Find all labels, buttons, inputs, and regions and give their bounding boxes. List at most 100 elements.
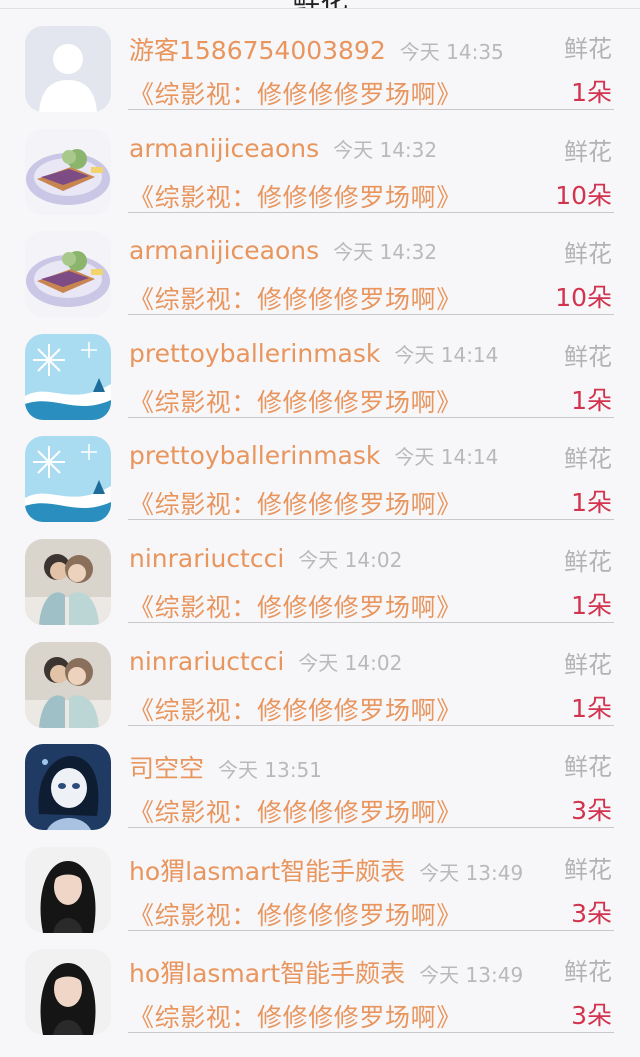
gift-row[interactable]: armanijiceaons 今天 14:32 鲜花 《综影视：修修修修罗场啊》 … bbox=[0, 112, 640, 215]
couple-photo-avatar bbox=[25, 538, 111, 625]
gift-row[interactable]: ninrariuctcci 今天 14:02 鲜花 《综影视：修修修修罗场啊》 1… bbox=[0, 625, 640, 728]
timestamp: 今天 14:14 bbox=[394, 445, 499, 470]
username-line: armanijiceaons 今天 14:32 bbox=[129, 236, 437, 265]
gift-type-label: 鲜花 bbox=[564, 958, 612, 987]
row-divider bbox=[128, 1032, 614, 1034]
flower-gift-list[interactable]: 游客1586754003892 今天 14:35 鲜花 《综影视：修修修修罗场啊》… bbox=[0, 9, 640, 1036]
avatar[interactable] bbox=[25, 26, 111, 112]
gift-row[interactable]: ninrariuctcci 今天 14:02 鲜花 《综影视：修修修修罗场啊》 1… bbox=[0, 522, 640, 625]
food-plate-avatar bbox=[25, 128, 111, 215]
avatar[interactable] bbox=[25, 333, 111, 420]
username-line: 游客1586754003892 今天 14:35 bbox=[129, 31, 504, 67]
row-divider bbox=[128, 929, 614, 931]
row-divider bbox=[128, 827, 614, 829]
flower-count: 1朵 bbox=[571, 385, 612, 415]
couple-photo-avatar bbox=[25, 641, 111, 728]
gift-type-label: 鲜花 bbox=[564, 445, 612, 474]
username[interactable]: ho猬lasmart智能手颇表 bbox=[129, 959, 405, 988]
gift-row[interactable]: 游客1586754003892 今天 14:35 鲜花 《综影视：修修修修罗场啊》… bbox=[0, 9, 640, 112]
username-line: ho猬lasmart智能手颇表 今天 13:49 bbox=[129, 954, 523, 990]
novel-title-link[interactable]: 《综影视：修修修修罗场啊》 bbox=[129, 691, 462, 727]
username-line: armanijiceaons 今天 14:32 bbox=[129, 134, 437, 163]
flower-count: 10朵 bbox=[555, 283, 612, 313]
avatar[interactable] bbox=[25, 231, 111, 318]
flower-count: 3朵 bbox=[571, 898, 612, 928]
username[interactable]: 游客1586754003892 bbox=[129, 36, 386, 65]
nav-bar: ‹ 鲜花 bbox=[0, 0, 640, 9]
avatar[interactable] bbox=[25, 641, 111, 728]
timestamp: 今天 14:02 bbox=[298, 650, 403, 675]
novel-title-link[interactable]: 《综影视：修修修修罗场啊》 bbox=[129, 280, 462, 316]
row-divider bbox=[128, 211, 614, 213]
username-line: ninrariuctcci 今天 14:02 bbox=[129, 647, 402, 676]
username[interactable]: armanijiceaons bbox=[129, 236, 319, 265]
username-line: ho猬lasmart智能手颇表 今天 13:49 bbox=[129, 852, 523, 888]
timestamp: 今天 14:14 bbox=[394, 342, 499, 367]
gift-type-label: 鲜花 bbox=[564, 753, 612, 782]
username-line: ninrariuctcci 今天 14:02 bbox=[129, 544, 402, 573]
gift-row[interactable]: ho猬lasmart智能手颇表 今天 13:49 鲜花 《综影视：修修修修罗场啊》… bbox=[0, 830, 640, 933]
username[interactable]: ho猬lasmart智能手颇表 bbox=[129, 857, 405, 886]
novel-title-link[interactable]: 《综影视：修修修修罗场啊》 bbox=[129, 383, 462, 419]
row-divider bbox=[128, 314, 614, 316]
username-line: prettoyballerinmask 今天 14:14 bbox=[129, 441, 498, 470]
gift-row[interactable]: ho猬lasmart智能手颇表 今天 13:49 鲜花 《综影视：修修修修罗场啊》… bbox=[0, 932, 640, 1036]
row-divider bbox=[128, 416, 614, 418]
gift-type-label: 鲜花 bbox=[564, 547, 612, 576]
timestamp: 今天 14:32 bbox=[333, 137, 438, 162]
default-avatar-icon bbox=[25, 26, 111, 112]
novel-title-link[interactable]: 《综影视：修修修修罗场啊》 bbox=[129, 588, 462, 624]
timestamp: 今天 14:32 bbox=[333, 240, 438, 265]
page-title: 鲜花 bbox=[0, 0, 640, 8]
flower-count: 1朵 bbox=[571, 78, 612, 107]
gift-type-label: 鲜花 bbox=[564, 650, 612, 679]
novel-title-link[interactable]: 《综影视：修修修修罗场啊》 bbox=[129, 75, 462, 111]
username[interactable]: ninrariuctcci bbox=[129, 544, 284, 573]
row-divider bbox=[128, 724, 614, 726]
novel-title-link[interactable]: 《综影视：修修修修罗场啊》 bbox=[129, 793, 462, 829]
timestamp: 今天 14:02 bbox=[298, 547, 403, 572]
username[interactable]: prettoyballerinmask bbox=[129, 441, 380, 470]
avatar[interactable] bbox=[25, 128, 111, 215]
timestamp: 今天 13:49 bbox=[419, 860, 524, 885]
anime-girl-avatar bbox=[25, 744, 111, 831]
username-line: 司空空 今天 13:51 bbox=[129, 749, 322, 785]
avatar[interactable] bbox=[25, 846, 111, 933]
avatar[interactable] bbox=[25, 436, 111, 523]
snowflake-avatar bbox=[25, 436, 111, 523]
gift-row[interactable]: 司空空 今天 13:51 鲜花 《综影视：修修修修罗场啊》 3朵 bbox=[0, 727, 640, 831]
flower-count: 1朵 bbox=[571, 693, 612, 723]
avatar[interactable] bbox=[25, 538, 111, 625]
food-plate-avatar bbox=[25, 231, 111, 318]
flower-count: 1朵 bbox=[571, 590, 612, 620]
flower-count: 3朵 bbox=[571, 796, 612, 826]
gift-type-label: 鲜花 bbox=[564, 35, 612, 63]
timestamp: 今天 14:35 bbox=[399, 40, 504, 64]
timestamp: 今天 13:49 bbox=[419, 963, 524, 988]
novel-title-link[interactable]: 《综影视：修修修修罗场啊》 bbox=[129, 998, 462, 1034]
gift-type-label: 鲜花 bbox=[564, 342, 612, 371]
row-divider bbox=[128, 519, 614, 521]
gift-type-label: 鲜花 bbox=[564, 240, 612, 269]
novel-title-link[interactable]: 《综影视：修修修修罗场啊》 bbox=[129, 178, 462, 214]
woman-portrait-avatar bbox=[25, 949, 111, 1036]
username[interactable]: armanijiceaons bbox=[129, 134, 319, 163]
avatar[interactable] bbox=[25, 949, 111, 1036]
timestamp: 今天 13:51 bbox=[218, 758, 323, 783]
flower-count: 1朵 bbox=[571, 488, 612, 518]
snowflake-avatar bbox=[25, 333, 111, 420]
username-line: prettoyballerinmask 今天 14:14 bbox=[129, 339, 498, 368]
gift-row[interactable]: prettoyballerinmask 今天 14:14 鲜花 《综影视：修修修修… bbox=[0, 419, 640, 523]
woman-portrait-avatar bbox=[25, 846, 111, 933]
username[interactable]: ninrariuctcci bbox=[129, 647, 284, 676]
gift-row[interactable]: armanijiceaons 今天 14:32 鲜花 《综影视：修修修修罗场啊》 … bbox=[0, 214, 640, 318]
username[interactable]: 司空空 bbox=[129, 754, 204, 783]
username[interactable]: prettoyballerinmask bbox=[129, 339, 380, 368]
gift-row[interactable]: prettoyballerinmask 今天 14:14 鲜花 《综影视：修修修修… bbox=[0, 317, 640, 420]
avatar[interactable] bbox=[25, 744, 111, 831]
novel-title-link[interactable]: 《综影视：修修修修罗场啊》 bbox=[129, 485, 462, 521]
novel-title-link[interactable]: 《综影视：修修修修罗场啊》 bbox=[129, 896, 462, 932]
row-divider bbox=[128, 621, 614, 623]
flower-count: 10朵 bbox=[555, 180, 612, 210]
flower-count: 3朵 bbox=[571, 1001, 612, 1031]
